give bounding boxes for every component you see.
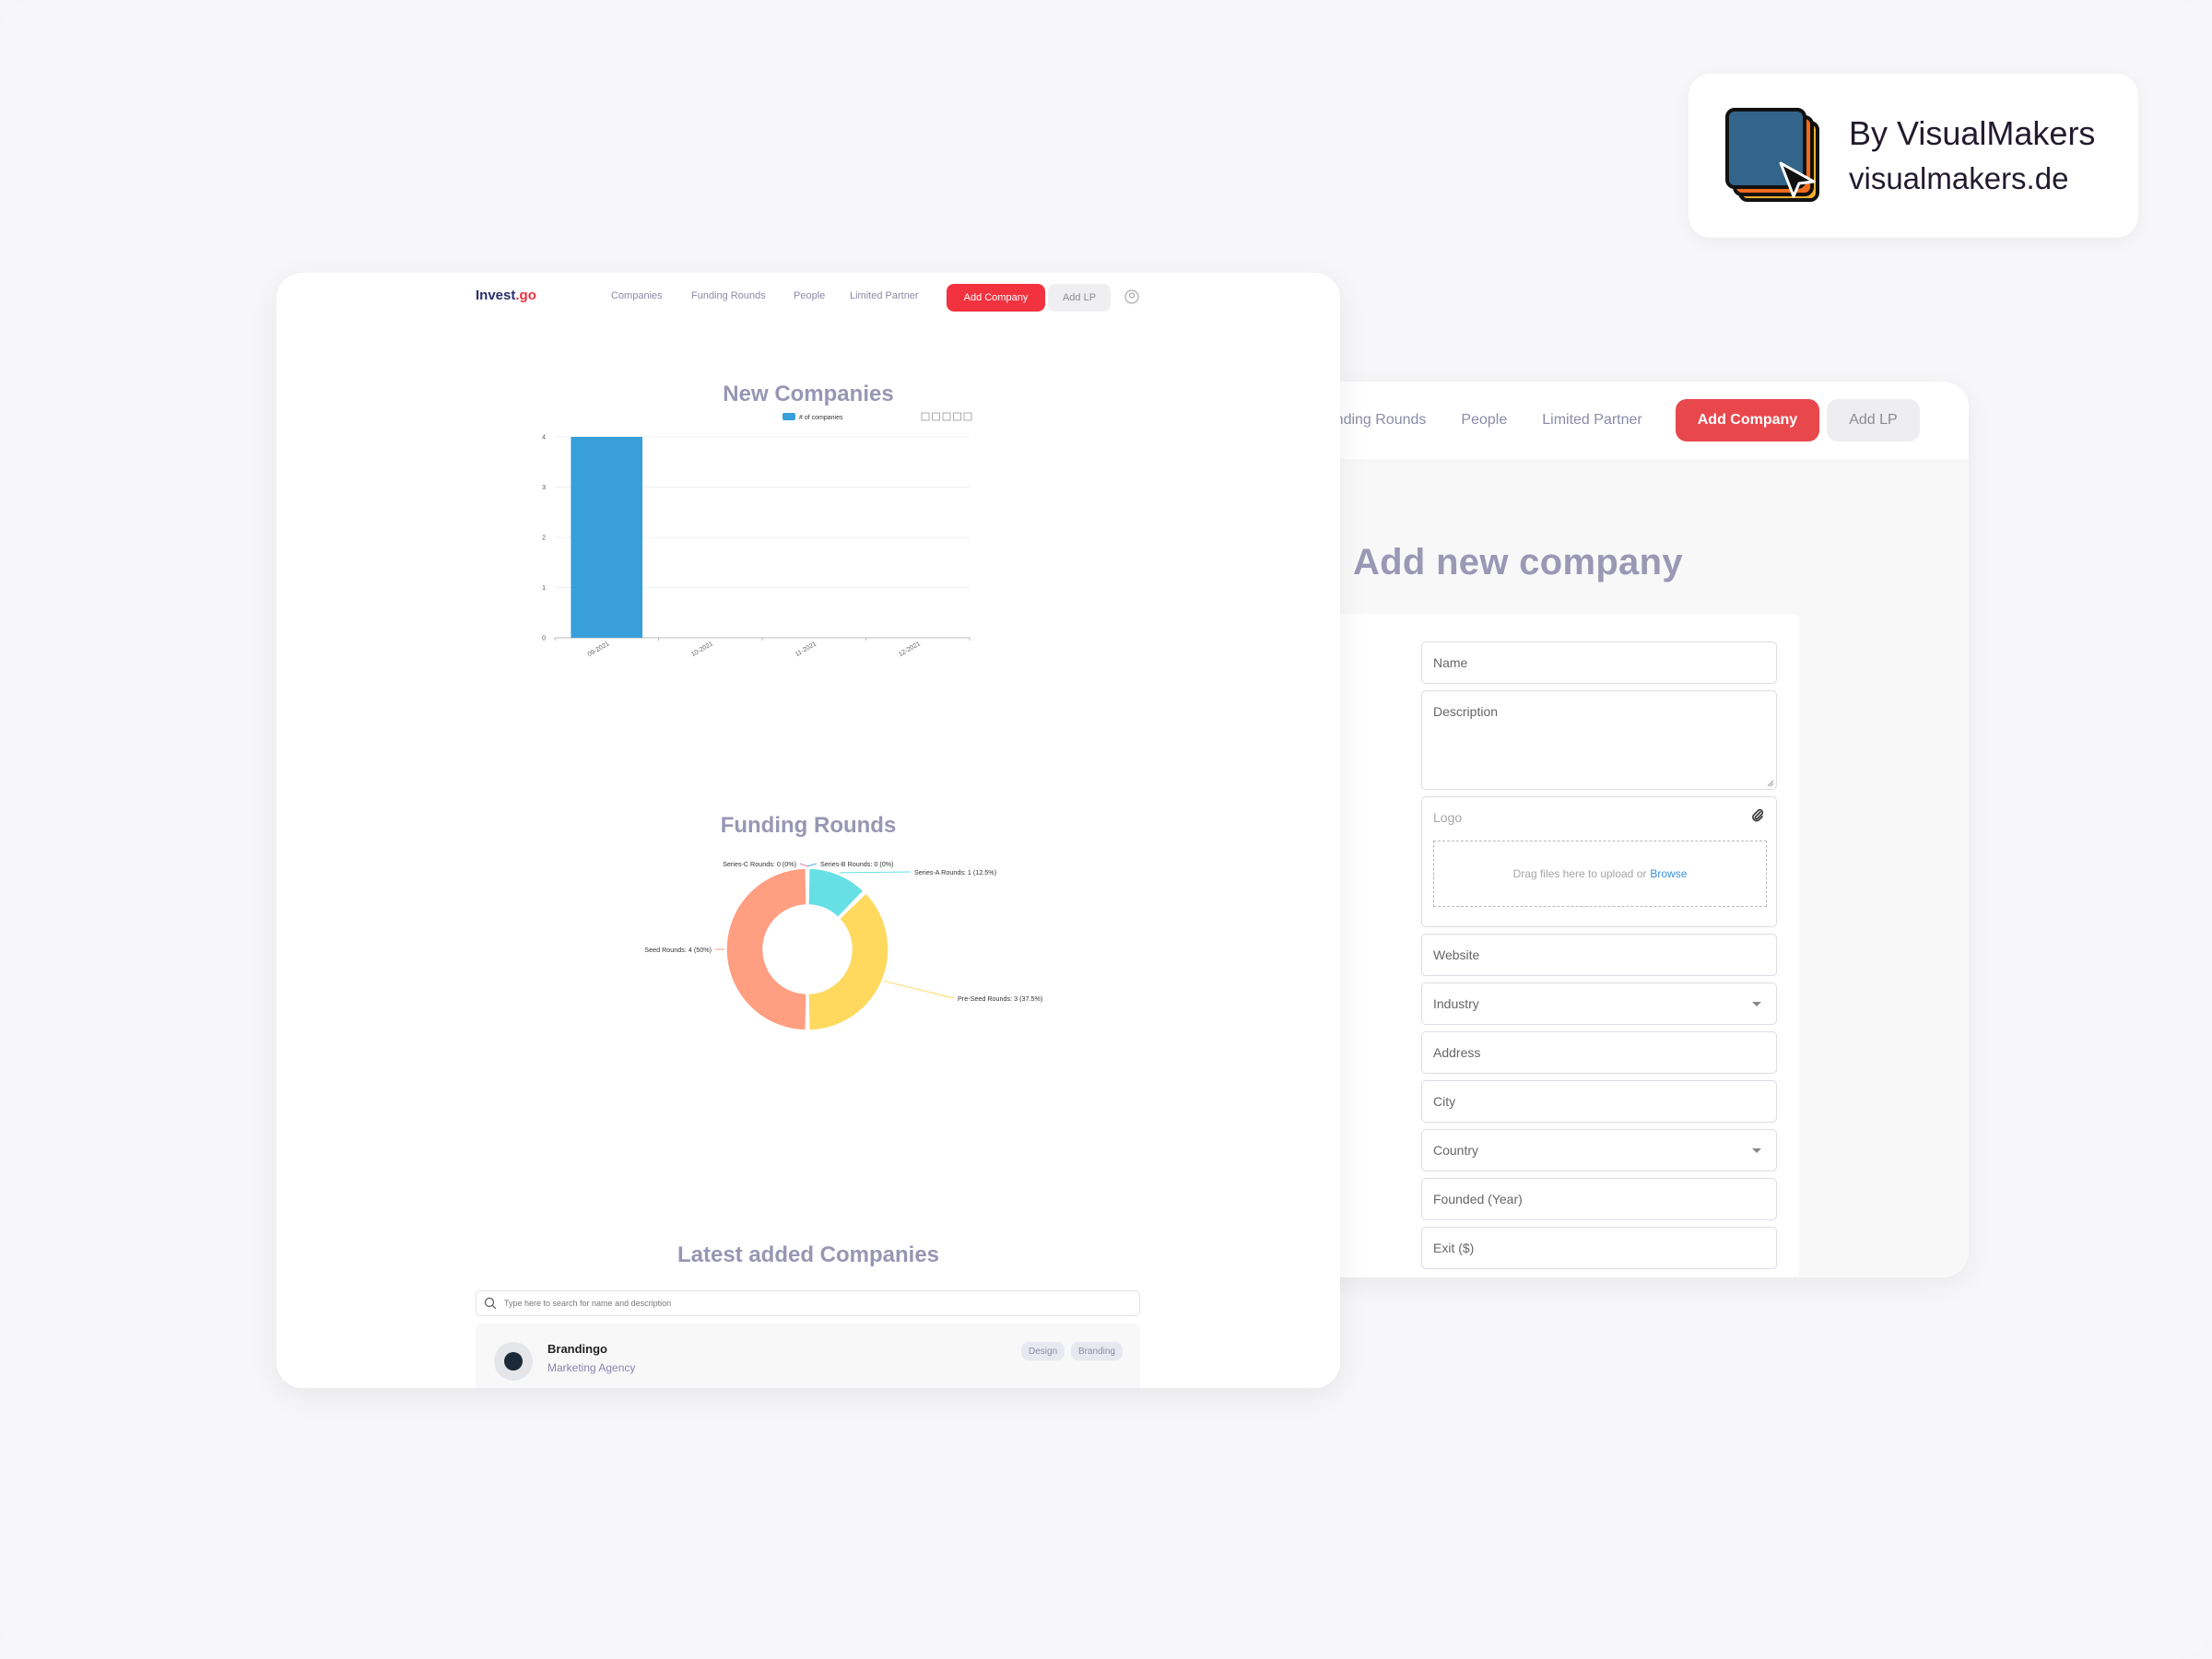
company-avatar <box>494 1342 533 1381</box>
brand-title: By VisualMakers <box>1849 114 2096 152</box>
zoom-icon[interactable] <box>932 412 940 421</box>
industry-placeholder: Industry <box>1433 996 1479 1011</box>
latest-companies-title: Latest added Companies <box>677 1242 940 1267</box>
description-placeholder: Description <box>1433 704 1499 719</box>
add-lp-button[interactable]: Add LP <box>1827 399 1920 441</box>
zoom-reset-icon[interactable] <box>942 412 951 421</box>
exit-field[interactable]: Exit ($) <box>1421 1227 1777 1269</box>
label-connector <box>806 863 818 867</box>
line-chart-icon[interactable] <box>953 412 961 421</box>
label-connector <box>884 980 955 999</box>
x-tick-label: 10-2021 <box>690 641 714 658</box>
top-nav: Funding Rounds People Limited Partner Ad… <box>1318 382 1969 459</box>
website-field[interactable]: Website <box>1421 934 1777 976</box>
paperclip-icon[interactable] <box>1750 808 1765 823</box>
chevron-down-icon <box>1752 1002 1761 1006</box>
name-field[interactable]: Name <box>1421 641 1777 684</box>
y-tick-label: 4 <box>542 435 546 441</box>
label-connector <box>799 863 808 867</box>
company-name: Brandingo <box>547 1342 607 1356</box>
page-title: Add new company <box>1353 542 1683 582</box>
legend-swatch <box>782 413 795 420</box>
company-list-item[interactable]: Brandingo Marketing Agency Design Brandi… <box>476 1324 1140 1388</box>
visualmakers-logo-icon <box>1725 108 1821 204</box>
country-placeholder: Country <box>1433 1143 1479 1158</box>
logo-label: Logo <box>1433 810 1463 825</box>
nav-companies[interactable]: Companies <box>611 290 663 301</box>
name-placeholder: Name <box>1433 655 1468 670</box>
donut-slice <box>725 867 807 1031</box>
bar <box>571 437 643 638</box>
nav-people[interactable]: People <box>1461 412 1507 429</box>
tag-branding[interactable]: Branding <box>1071 1342 1124 1360</box>
y-tick-label: 0 <box>542 636 546 642</box>
slice-label: Pre-Seed Rounds: 3 (37.5%) <box>958 994 1042 1003</box>
add-company-window: Funding Rounds People Limited Partner Ad… <box>1318 382 1969 1277</box>
nav-limited-partner[interactable]: Limited Partner <box>850 290 919 301</box>
dashboard-window: Invest.go Companies Funding Rounds Peopl… <box>276 273 1340 1388</box>
nav-people[interactable]: People <box>794 290 825 301</box>
search-placeholder: Type here to search for name and descrip… <box>504 1299 672 1308</box>
founded-placeholder: Founded (Year) <box>1433 1192 1523 1206</box>
new-companies-title: New Companies <box>723 382 894 406</box>
x-tick-label: 12-2021 <box>898 641 922 658</box>
company-category: Marketing Agency <box>547 1361 636 1374</box>
nav-funding-rounds[interactable]: Funding Rounds <box>691 290 766 301</box>
search-icon <box>484 1297 497 1310</box>
x-tick-label: 11-2021 <box>794 641 818 658</box>
description-field[interactable]: Description <box>1421 690 1777 790</box>
city-placeholder: City <box>1433 1094 1456 1109</box>
add-company-button[interactable]: Add Company <box>1675 399 1820 441</box>
resize-grip-icon[interactable] <box>1767 780 1774 787</box>
country-select[interactable]: Country <box>1421 1129 1777 1171</box>
donut-slice <box>807 892 889 1031</box>
legend-label: # of companies <box>799 415 843 421</box>
tag-design[interactable]: Design <box>1021 1342 1065 1360</box>
website-placeholder: Website <box>1433 947 1480 962</box>
slice-label: Series-A Rounds: 1 (12.5%) <box>914 868 996 877</box>
funding-rounds-chart: ⤓ Series-A Rounds: 1 (12.5%) Pre-Seed Roun… <box>644 844 1046 1031</box>
chevron-down-icon <box>1752 1148 1761 1153</box>
city-field[interactable]: City <box>1421 1080 1777 1123</box>
top-nav: Invest.go Companies Funding Rounds Peopl… <box>276 273 1340 319</box>
brand-url[interactable]: visualmakers.de <box>1849 157 2095 201</box>
download-icon[interactable] <box>921 412 930 421</box>
browse-link[interactable]: Browse <box>1650 867 1687 880</box>
exit-placeholder: Exit ($) <box>1433 1241 1475 1255</box>
nav-limited-partner[interactable]: Limited Partner <box>1542 412 1642 429</box>
address-field[interactable]: Address <box>1421 1031 1777 1074</box>
address-placeholder: Address <box>1433 1045 1481 1060</box>
y-tick-label: 1 <box>542 585 546 592</box>
app-logo[interactable]: Invest.go <box>476 288 536 303</box>
funding-rounds-title: Funding Rounds <box>720 813 897 838</box>
slice-label: Series-C Rounds: 0 (0%) <box>723 860 796 868</box>
logo-accent: .go <box>515 288 536 303</box>
dropzone[interactable]: Drag files here to upload or Browse <box>1433 841 1767 907</box>
company-form: Name Description Logo Drag files here to… <box>1318 614 1799 1277</box>
add-lp-button[interactable]: Add LP <box>1048 284 1111 312</box>
user-icon[interactable] <box>1124 289 1139 304</box>
logo-upload-field: Logo Drag files here to upload or Browse <box>1421 796 1777 927</box>
x-tick-label: 09-2021 <box>587 641 611 658</box>
download-icon[interactable]: ⤓ <box>1041 844 1046 845</box>
logo-main: Invest <box>476 288 516 303</box>
y-tick-label: 2 <box>542 535 546 542</box>
label-connector <box>839 871 912 874</box>
bar-chart-icon[interactable] <box>963 412 972 421</box>
founded-field[interactable]: Founded (Year) <box>1421 1178 1777 1220</box>
dropzone-text: Drag files here to upload or <box>1512 867 1647 880</box>
slice-label: Series-B Rounds: 0 (0%) <box>820 860 894 868</box>
industry-select[interactable]: Industry <box>1421 982 1777 1025</box>
y-tick-label: 3 <box>542 485 546 491</box>
brand-card: By VisualMakers visualmakers.de <box>1688 74 2138 238</box>
slice-label: Seed Rounds: 4 (50%) <box>644 946 712 954</box>
add-company-button[interactable]: Add Company <box>947 284 1045 312</box>
company-search-input[interactable]: Type here to search for name and descrip… <box>476 1290 1140 1316</box>
